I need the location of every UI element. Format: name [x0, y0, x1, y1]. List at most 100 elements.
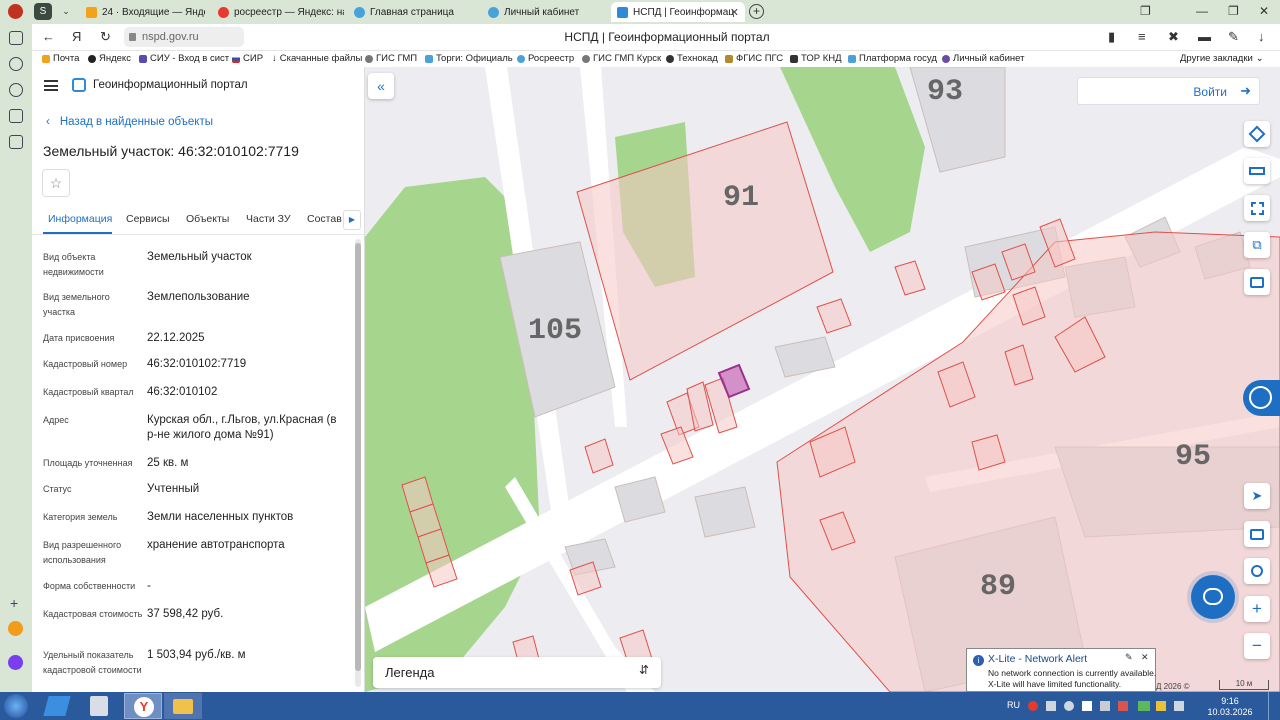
clock-date[interactable]: 10.03.2026	[1200, 707, 1260, 717]
measure-button[interactable]	[1244, 158, 1270, 184]
browser-logo-icon[interactable]	[8, 4, 23, 19]
navigate-button[interactable]: ➤	[1244, 483, 1270, 509]
explorer-icon[interactable]	[164, 693, 202, 719]
url-field[interactable]: nspd.gov.ru	[124, 27, 244, 47]
legend-bar[interactable]: Легенда ⇵	[373, 657, 661, 688]
bookmark-item[interactable]: Платформа госуд	[848, 53, 937, 64]
close-tab-icon[interactable]: ✕	[730, 6, 739, 19]
map-view[interactable]: 93 91 105 95 89 « Войти ➜ ⧉ ➤ + − Легенд…	[365, 67, 1280, 692]
close-window-icon[interactable]: ✕	[1259, 4, 1269, 18]
download-icon[interactable]: ↓	[1258, 29, 1265, 44]
network-icon[interactable]	[1138, 701, 1150, 711]
tab-services[interactable]: Сервисы	[126, 213, 170, 225]
chat-button[interactable]	[1191, 575, 1235, 619]
maximize-icon[interactable]: ❐	[1228, 4, 1239, 18]
pin-icon[interactable]: ✎	[1125, 652, 1133, 663]
tab-label: Личный кабинет	[504, 6, 580, 18]
tab-parts[interactable]: Части ЗУ	[246, 213, 291, 225]
calculator-icon[interactable]	[90, 696, 108, 716]
scrollbar-thumb[interactable]	[355, 243, 361, 671]
share-button[interactable]: ⧉	[1244, 232, 1270, 258]
tab-yandex-search[interactable]: росреестр — Яндекс: на	[212, 2, 344, 22]
bookmark-item[interactable]: ТОР КНД	[790, 53, 842, 64]
tray-icon[interactable]	[1082, 701, 1092, 711]
tray-icon[interactable]	[1064, 701, 1074, 711]
yandex-mail-icon[interactable]	[8, 621, 23, 636]
geolocation-button[interactable]	[1244, 558, 1270, 584]
new-tab-button[interactable]: +	[749, 4, 764, 19]
yandex-tray-icon[interactable]	[1028, 701, 1038, 711]
tab-mail[interactable]: 24 · Входящие — Яндекс	[80, 2, 205, 22]
cadastral-map[interactable]: 93 91 105 95 89	[365, 67, 1280, 692]
tray-icon[interactable]	[1046, 701, 1056, 711]
taskbar-app-icon[interactable]	[43, 696, 71, 716]
collections-icon[interactable]	[9, 31, 23, 45]
bookmark-icon[interactable]: ▮	[1108, 29, 1115, 45]
alice-icon[interactable]	[8, 655, 23, 670]
bookmark-item[interactable]: ГИС ГМП Курск	[582, 53, 661, 64]
bookmark-item[interactable]: Яндекс	[88, 53, 131, 64]
tab-personal-account[interactable]: Личный кабинет	[482, 2, 606, 22]
minimap-button[interactable]	[1244, 521, 1270, 547]
chat-assistant-side-button[interactable]	[1243, 380, 1280, 416]
media-icon[interactable]	[9, 83, 23, 97]
house-number: 93	[927, 75, 963, 109]
language-indicator[interactable]: RU	[1007, 700, 1020, 710]
clipboard-icon[interactable]	[9, 135, 23, 149]
zoom-in-button[interactable]: +	[1244, 596, 1270, 622]
network-alert-popup[interactable]: i X-Lite - Network Alert ✎ ✕ No network …	[966, 648, 1156, 692]
favorite-button[interactable]: ☆	[42, 169, 70, 197]
yandex-browser-icon[interactable]: Y	[124, 693, 162, 719]
tabs-overview-icon[interactable]: ❐	[1140, 4, 1151, 18]
close-icon[interactable]: ✕	[1141, 652, 1149, 663]
hamburger-menu-icon[interactable]	[44, 80, 58, 91]
reload-icon[interactable]: ↻	[100, 29, 111, 45]
show-desktop-button[interactable]	[1268, 692, 1280, 720]
profile-icon[interactable]	[9, 109, 23, 123]
minimize-icon[interactable]: —	[1196, 4, 1208, 18]
tab-nspd[interactable]: НСПД | Геоинформац ✕	[611, 2, 745, 22]
field-label: Форма собственности	[43, 581, 136, 591]
collapse-panel-button[interactable]: «	[368, 73, 394, 99]
tabs-scroll-right-button[interactable]: ▶	[343, 210, 361, 230]
bookmark-item[interactable]: Личный кабинет	[942, 53, 1024, 64]
select-area-button[interactable]	[1244, 195, 1270, 221]
tray-icon[interactable]	[1100, 701, 1110, 711]
bookmark-item[interactable]: ↓ Скачанные файлы	[272, 53, 362, 64]
tab-information[interactable]: Информация	[48, 213, 112, 225]
other-bookmarks[interactable]: Другие закладки ⌄	[1180, 53, 1264, 64]
tray-icon[interactable]	[1156, 701, 1166, 711]
tab-home-page[interactable]: Главная страница	[348, 2, 476, 22]
print-button[interactable]	[1244, 269, 1270, 295]
login-label: Войти	[1193, 85, 1227, 99]
clock-time[interactable]: 9:16	[1208, 696, 1252, 706]
history-icon[interactable]	[9, 57, 23, 71]
yandex-home-icon[interactable]: Я	[72, 29, 81, 44]
bookmark-item[interactable]: Росреестр	[517, 53, 574, 64]
back-link[interactable]: ‹ Назад в найденные объекты	[46, 116, 213, 128]
extension-icon[interactable]: ✖	[1168, 29, 1179, 45]
tab-composition[interactable]: Состав	[307, 213, 342, 225]
zoom-out-button[interactable]: −	[1244, 633, 1270, 659]
bookmark-item[interactable]: Торги: Официаль	[425, 53, 513, 64]
tray-icon[interactable]	[1118, 701, 1128, 711]
browser-profile-icon[interactable]: S	[34, 3, 52, 20]
login-bar[interactable]: Войти ➜	[1077, 77, 1260, 105]
bookmark-item[interactable]: ФГИС ПГС	[725, 53, 783, 64]
cast-icon[interactable]: ▬	[1198, 29, 1211, 44]
volume-icon[interactable]	[1174, 701, 1184, 711]
layers-button[interactable]	[1244, 121, 1270, 147]
panel-scrollbar[interactable]	[355, 239, 361, 687]
add-panel-icon[interactable]: +	[10, 595, 18, 611]
bookmark-item[interactable]: СИУ - Вход в сист	[139, 53, 229, 64]
bookmark-item[interactable]: Почта	[42, 53, 79, 64]
tab-objects[interactable]: Объекты	[186, 213, 229, 225]
back-icon[interactable]: ←	[42, 29, 55, 44]
bookmark-item[interactable]: ГИС ГМП	[365, 53, 417, 64]
bookmark-item[interactable]: Технокад	[666, 53, 718, 64]
start-button[interactable]	[4, 694, 28, 718]
bookmark-item[interactable]: СИР	[232, 53, 263, 64]
menu-icon[interactable]: ≡	[1138, 29, 1146, 44]
translate-icon[interactable]: ✎	[1228, 29, 1239, 45]
tab-list-chevron-icon[interactable]: ⌄	[58, 3, 74, 20]
